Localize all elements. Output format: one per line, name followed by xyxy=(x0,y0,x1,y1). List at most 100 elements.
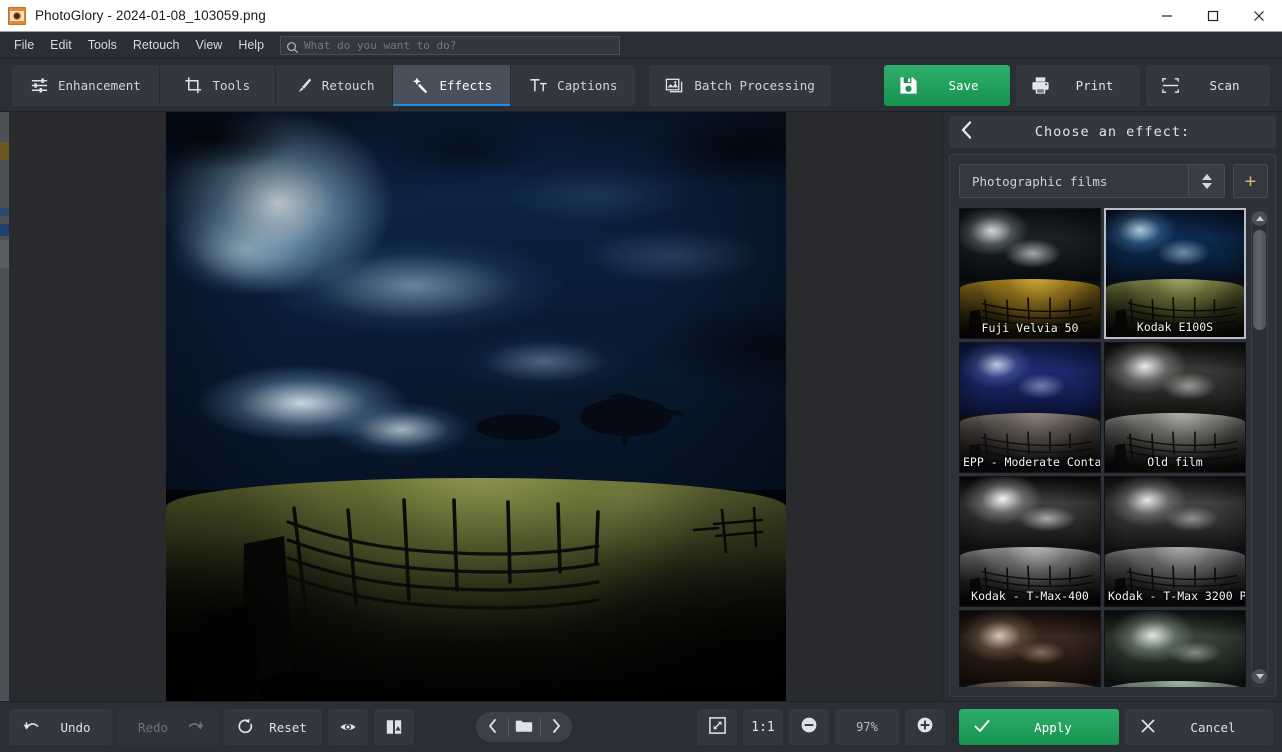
effect-thumb-fuji-velvia-50[interactable]: Fuji Velvia 50 xyxy=(959,208,1101,339)
menu-retouch[interactable]: Retouch xyxy=(125,35,188,55)
effects-panel-body: Photographic films + Fuji Velvia 50 Koda… xyxy=(949,154,1276,697)
batch-processing-label: Batch Processing xyxy=(694,77,815,93)
tab-tools[interactable]: Tools xyxy=(160,64,276,106)
search-placeholder: What do you want to do? xyxy=(304,38,457,52)
zoom-level-value: 97% xyxy=(856,720,878,734)
zoom-level-display[interactable]: 97% xyxy=(835,709,899,745)
effects-panel-header: Choose an effect: xyxy=(949,116,1276,148)
bottom-toolbar: Undo Redo Reset 1:1 97% Apply Cancel xyxy=(0,701,1282,752)
effect-thumb-kodak-tmax-400[interactable]: Kodak - T-Max-400 xyxy=(959,476,1101,607)
one-to-one-label: 1:1 xyxy=(751,719,775,735)
tab-enhancement[interactable]: Enhancement xyxy=(12,64,160,106)
scroll-down-icon[interactable] xyxy=(1252,669,1267,684)
menu-file[interactable]: File xyxy=(6,35,42,55)
brush-icon xyxy=(294,76,313,95)
collapsed-left-panel[interactable] xyxy=(0,112,9,701)
menu-view[interactable]: View xyxy=(187,35,230,55)
maximize-icon[interactable] xyxy=(1190,0,1236,31)
foreground-post xyxy=(189,536,294,701)
open-folder-button[interactable] xyxy=(508,712,540,742)
fit-to-screen-button[interactable] xyxy=(697,709,737,745)
menu-bar: File Edit Tools Retouch View Help What d… xyxy=(0,32,1282,59)
effects-scrollbar[interactable] xyxy=(1251,208,1268,687)
apply-button[interactable]: Apply xyxy=(959,709,1119,745)
tab-retouch-label: Retouch xyxy=(321,77,375,93)
menu-tools[interactable]: Tools xyxy=(80,35,125,55)
effect-category-select[interactable]: Photographic films xyxy=(959,164,1225,198)
plus-icon: + xyxy=(1244,169,1257,192)
undo-label: Undo xyxy=(60,719,91,735)
scrollbar-track[interactable] xyxy=(1252,226,1267,669)
before-after-button[interactable] xyxy=(374,709,414,745)
effects-panel-title: Choose an effect: xyxy=(1034,124,1191,140)
checkmark-icon xyxy=(973,717,991,738)
minimize-icon[interactable] xyxy=(1144,0,1190,31)
menu-edit[interactable]: Edit xyxy=(42,35,80,55)
image-canvas[interactable] xyxy=(9,112,942,701)
redo-arrow-icon xyxy=(187,718,205,736)
images-icon xyxy=(665,76,684,95)
plus-circle-icon xyxy=(916,716,934,738)
spinner-updown-icon[interactable] xyxy=(1188,165,1224,197)
zoom-1-1-button[interactable]: 1:1 xyxy=(743,709,783,745)
effect-thumb-label: Kodak - T-Max 3200 P⋯ xyxy=(1108,589,1245,603)
fit-to-screen-icon xyxy=(708,716,727,739)
effect-thumb-sepia[interactable] xyxy=(959,610,1101,687)
zoom-out-button[interactable] xyxy=(789,709,829,745)
zoom-controls: 1:1 97% xyxy=(697,709,945,745)
search-input[interactable]: What do you want to do? xyxy=(280,35,621,55)
window-controls xyxy=(1144,0,1282,31)
effect-thumb-kodak-tmax-3200[interactable]: Kodak - T-Max 3200 P⋯ xyxy=(1104,476,1246,607)
folder-icon xyxy=(515,718,533,737)
minus-circle-icon xyxy=(800,716,818,738)
crop-icon xyxy=(184,76,203,95)
effect-thumb-label: EPP - Moderate Conta⋯ xyxy=(963,455,1100,469)
eye-icon xyxy=(339,718,357,736)
title-bar: PhotoGlory - 2024-01-08_103059.png xyxy=(0,0,1282,32)
redo-button[interactable]: Redo xyxy=(118,709,218,745)
zoom-in-button[interactable] xyxy=(905,709,945,745)
reset-label: Reset xyxy=(269,719,307,735)
x-mark-icon xyxy=(1139,717,1157,738)
preview-toggle-button[interactable] xyxy=(328,709,368,745)
redo-label: Redo xyxy=(137,719,169,735)
tab-captions-label: Captions xyxy=(557,77,618,93)
back-button[interactable] xyxy=(949,116,983,148)
effect-thumb-label: Kodak E100S xyxy=(1136,320,1214,334)
chevron-left-icon xyxy=(960,121,973,143)
batch-processing-button[interactable]: Batch Processing xyxy=(649,64,831,106)
print-button[interactable]: Print xyxy=(1016,64,1140,106)
photo-preview xyxy=(165,112,786,701)
scroll-up-icon[interactable] xyxy=(1252,211,1267,226)
undo-button[interactable]: Undo xyxy=(9,709,112,745)
prev-image-button[interactable] xyxy=(476,712,508,742)
tab-tools-label: Tools xyxy=(212,77,251,93)
effects-grid-wrapper: Fuji Velvia 50 Kodak E100S EPP - Moderat… xyxy=(959,208,1268,687)
reset-button[interactable]: Reset xyxy=(224,709,322,745)
application-window: PhotoGlory - 2024-01-08_103059.png File … xyxy=(0,0,1282,752)
fence xyxy=(285,520,600,610)
photo-foreground xyxy=(189,393,763,701)
menu-help[interactable]: Help xyxy=(230,35,272,55)
scan-button[interactable]: Scan xyxy=(1146,64,1270,106)
scrollbar-thumb[interactable] xyxy=(1253,230,1266,330)
close-icon[interactable] xyxy=(1236,0,1282,31)
effect-thumb-old-film[interactable]: Old film xyxy=(1104,342,1246,473)
chevron-right-icon xyxy=(552,718,561,737)
effect-thumb-green-mono[interactable] xyxy=(1104,610,1246,687)
effects-grid: Fuji Velvia 50 Kodak E100S EPP - Moderat… xyxy=(959,208,1246,687)
workspace: Choose an effect: Photographic films + F… xyxy=(0,112,1282,701)
tree-silhouettes xyxy=(475,393,686,446)
cancel-label: Cancel xyxy=(1190,719,1236,735)
scan-label: Scan xyxy=(1209,77,1240,93)
add-effect-button[interactable]: + xyxy=(1233,164,1268,198)
sliders-icon xyxy=(30,76,49,95)
tab-effects[interactable]: Effects xyxy=(393,64,512,106)
effect-thumb-kodak-e100s[interactable]: Kodak E100S xyxy=(1104,208,1246,339)
tab-retouch[interactable]: Retouch xyxy=(276,64,394,106)
tab-captions[interactable]: Captions xyxy=(511,65,635,106)
cancel-button[interactable]: Cancel xyxy=(1125,709,1273,745)
effect-thumb-epp-moderate-contrast[interactable]: EPP - Moderate Conta⋯ xyxy=(959,342,1101,473)
save-button[interactable]: Save xyxy=(884,64,1010,106)
next-image-button[interactable] xyxy=(540,712,572,742)
